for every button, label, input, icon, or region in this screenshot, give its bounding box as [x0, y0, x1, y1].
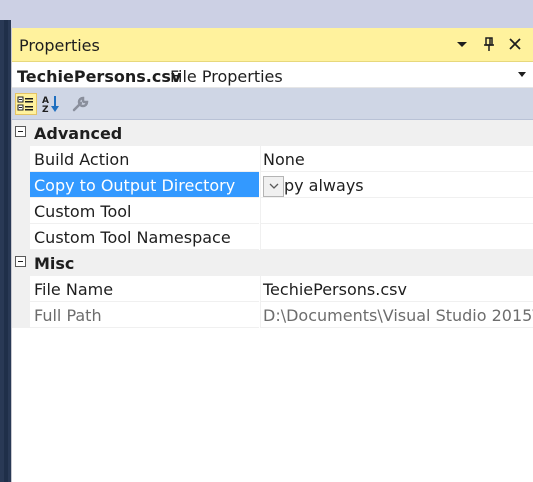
properties-window: Properties TechiePersons.csv File Proper…: [11, 28, 533, 482]
category-advanced: Advanced: [12, 120, 533, 146]
property-value[interactable]: [260, 224, 533, 250]
ide-left-dock-edge: [0, 20, 11, 482]
row-gutter: [12, 198, 30, 224]
property-pages-icon[interactable]: [70, 93, 92, 115]
property-name[interactable]: Custom Tool Namespace: [30, 224, 259, 250]
properties-title-bar[interactable]: Properties: [12, 28, 533, 62]
property-value-text: None: [263, 150, 305, 169]
close-icon[interactable]: [506, 35, 524, 53]
dropdown-arrow-icon[interactable]: [453, 35, 471, 53]
property-value[interactable]: [260, 198, 533, 224]
row-gutter: [12, 224, 30, 250]
property-row[interactable]: Build Action None: [12, 146, 533, 172]
property-value-text: TechiePersons.csv: [263, 280, 407, 299]
property-name-text: Build Action: [34, 150, 130, 169]
properties-toolbar: A Z: [12, 88, 533, 120]
category-label: Advanced: [34, 124, 123, 143]
property-name[interactable]: Full Path: [30, 302, 259, 328]
property-value[interactable]: None: [260, 146, 533, 172]
object-name: TechiePersons.csv: [17, 67, 182, 86]
category-misc: Misc: [12, 250, 533, 276]
ide-background-top: [0, 0, 533, 20]
property-row[interactable]: Custom Tool Namespace: [12, 224, 533, 250]
property-row-selected[interactable]: Copy to Output Directory Copy always: [12, 172, 533, 198]
row-gutter: [12, 172, 30, 198]
property-name[interactable]: Copy to Output Directory: [30, 172, 259, 198]
row-gutter: [12, 276, 30, 302]
property-name[interactable]: File Name: [30, 276, 259, 302]
row-gutter: [12, 302, 30, 328]
dock-splitter[interactable]: [4, 20, 8, 482]
categorized-icon[interactable]: [15, 93, 37, 115]
property-name-text: Custom Tool: [34, 202, 132, 221]
collapse-icon[interactable]: [15, 126, 26, 137]
collapse-icon[interactable]: [15, 256, 26, 267]
property-row[interactable]: Custom Tool: [12, 198, 533, 224]
property-name[interactable]: Custom Tool: [30, 198, 259, 224]
property-value[interactable]: TechiePersons.csv: [260, 276, 533, 302]
property-name-text: Copy to Output Directory: [34, 176, 236, 195]
chevron-down-icon[interactable]: [263, 176, 284, 197]
property-value-dropdown[interactable]: Copy always: [260, 172, 533, 198]
property-value[interactable]: D:\Documents\Visual Studio 2015\: [260, 302, 533, 328]
property-grid: Advanced Build Action None Copy to Outpu…: [12, 120, 533, 328]
property-value-text: D:\Documents\Visual Studio 2015\: [263, 306, 533, 325]
property-row-readonly[interactable]: Full Path D:\Documents\Visual Studio 201…: [12, 302, 533, 328]
object-selector[interactable]: TechiePersons.csv File Properties: [12, 62, 533, 88]
property-name-text: Full Path: [34, 306, 102, 325]
category-label: Misc: [34, 254, 75, 273]
property-name-text: Custom Tool Namespace: [34, 228, 231, 247]
panel-title: Properties: [19, 36, 100, 55]
object-type: File Properties: [170, 67, 283, 86]
property-row[interactable]: File Name TechiePersons.csv: [12, 276, 533, 302]
pin-icon[interactable]: [480, 35, 498, 53]
alphabetical-icon[interactable]: A Z: [40, 93, 62, 115]
row-gutter: [12, 146, 30, 172]
svg-text:Z: Z: [42, 105, 49, 115]
object-selector-caret-icon[interactable]: [518, 72, 526, 77]
property-name[interactable]: Build Action: [30, 146, 259, 172]
property-name-text: File Name: [34, 280, 114, 299]
